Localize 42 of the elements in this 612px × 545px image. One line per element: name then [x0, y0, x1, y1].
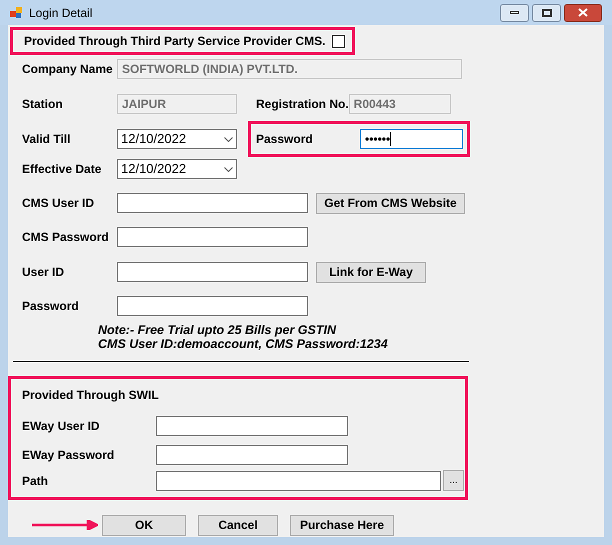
text-field[interactable]: [117, 227, 308, 247]
text-field[interactable]: [156, 470, 441, 490]
field-label: CMS User ID: [22, 195, 96, 212]
field-label: Effective Date: [22, 161, 102, 178]
text-field[interactable]: ••••••: [360, 129, 463, 149]
date-dropdown[interactable]: 12/10/2022: [117, 159, 237, 179]
text-field[interactable]: [117, 262, 308, 282]
field-label: Station: [22, 96, 64, 113]
note-text: Note:- Free Trial upto 25 Bills per GSTIN: [98, 323, 338, 337]
text-field[interactable]: [117, 296, 308, 316]
minimize-button[interactable]: [500, 4, 529, 22]
form-button[interactable]: OK: [102, 514, 186, 536]
checkbox-label: Provided Through Third Party Service Provider CMS.: [24, 33, 326, 50]
field-label: User ID: [22, 264, 66, 281]
form-button[interactable]: Purchase Here: [290, 514, 394, 536]
chevron-down-icon: [224, 166, 233, 172]
section-title: Provided Through SWIL: [22, 387, 160, 404]
text-field[interactable]: [156, 416, 348, 436]
form-button[interactable]: Link for E-Way: [316, 262, 426, 282]
form-button[interactable]: Get From CMS Website: [316, 192, 465, 214]
maximize-button[interactable]: [532, 4, 561, 22]
checkbox[interactable]: [332, 34, 346, 48]
field-label: Password: [256, 131, 314, 148]
text-field[interactable]: [117, 193, 308, 213]
field-label: EWay User ID: [22, 418, 101, 435]
field-label: Company Name: [22, 61, 114, 78]
form-button[interactable]: Cancel: [198, 514, 278, 536]
text-field[interactable]: [156, 445, 348, 465]
field-label: Registration No.: [256, 97, 349, 111]
close-button[interactable]: [564, 4, 602, 22]
window-title: Login Detail: [29, 4, 92, 22]
field-label: Path: [22, 472, 50, 490]
browse-button[interactable]: ...: [443, 470, 464, 491]
close-icon: [578, 8, 588, 17]
field-label: Valid Till: [22, 131, 72, 148]
app-icon: [10, 6, 23, 19]
date-dropdown[interactable]: 12/10/2022: [117, 129, 237, 149]
field-label: EWay Password: [22, 447, 116, 464]
note-text: CMS User ID:demoaccount, CMS Password:1234: [98, 337, 389, 351]
field-label: Password: [22, 298, 80, 315]
chevron-down-icon: [224, 136, 233, 142]
field-label: CMS Password: [22, 229, 110, 246]
